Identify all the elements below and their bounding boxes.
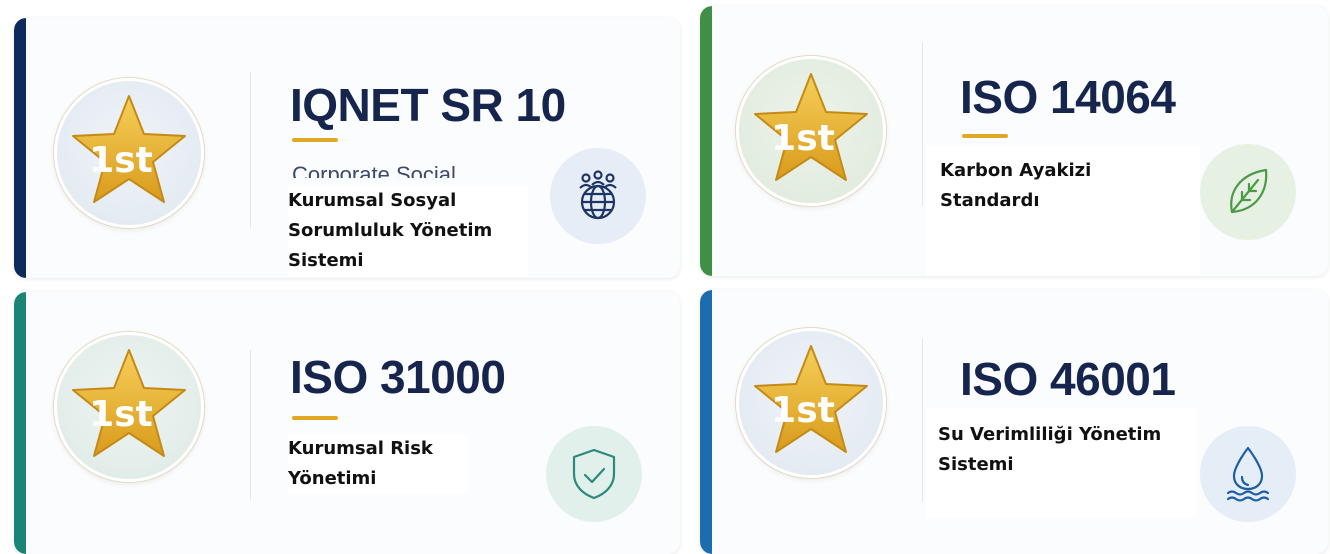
card-accent-bar [700, 6, 712, 276]
badge-text: 1st [89, 394, 153, 435]
certificate-subtitle: Su Verimliliği Yönetim Sistemi [938, 420, 1178, 480]
icon-circle [1200, 426, 1296, 522]
certificate-title: ISO 31000 [290, 351, 506, 403]
water-drop-icon [1226, 446, 1270, 502]
first-place-badge: 1st [736, 56, 886, 206]
star-icon: 1st [72, 95, 186, 203]
certificate-title: ISO 46001 [960, 353, 1176, 405]
star-icon: 1st [72, 349, 186, 457]
shield-check-icon [572, 448, 616, 500]
certificate-card-iqnet: 1st IQNET SR 10 Corporate Social Kurumsa… [14, 18, 680, 278]
certificate-subtitle: Kurumsal Sosyal Sorumluluk Yönetim Siste… [288, 186, 528, 276]
leaf-icon [1230, 168, 1268, 214]
first-place-badge: 1st [54, 78, 204, 228]
icon-circle [1200, 144, 1296, 240]
card-accent-bar [700, 290, 712, 554]
certificate-title: ISO 14064 [960, 71, 1176, 123]
certificate-card-iso31000: 1st ISO 31000 Kurumsal Risk Yönetimi [14, 292, 680, 554]
globe-people-icon [579, 170, 617, 220]
certificate-subtitle: Kurumsal Risk Yönetimi [288, 434, 468, 494]
first-place-badge: 1st [54, 332, 204, 482]
badge-text: 1st [89, 140, 153, 181]
card-accent-bar [14, 292, 26, 554]
certificate-card-iso46001: 1st ISO 46001 Su Verimliliği Yönetim Sis… [700, 290, 1328, 554]
icon-circle [546, 426, 642, 522]
badge-text: 1st [771, 118, 835, 159]
first-place-badge: 1st [736, 328, 886, 478]
star-icon: 1st [754, 345, 868, 453]
ghost-subtitle: Corporate Social [292, 162, 456, 178]
certificate-subtitle: Karbon Ayakizi Standardı [940, 156, 1120, 216]
badge-text: 1st [771, 390, 835, 431]
card-accent-bar [14, 18, 26, 278]
star-icon: 1st [754, 73, 868, 181]
icon-circle [550, 148, 646, 244]
certificate-title: IQNET SR 10 [290, 79, 566, 131]
certificate-card-iso14064: 1st ISO 14064 Karbon Ayakizi Standardı [700, 6, 1328, 276]
